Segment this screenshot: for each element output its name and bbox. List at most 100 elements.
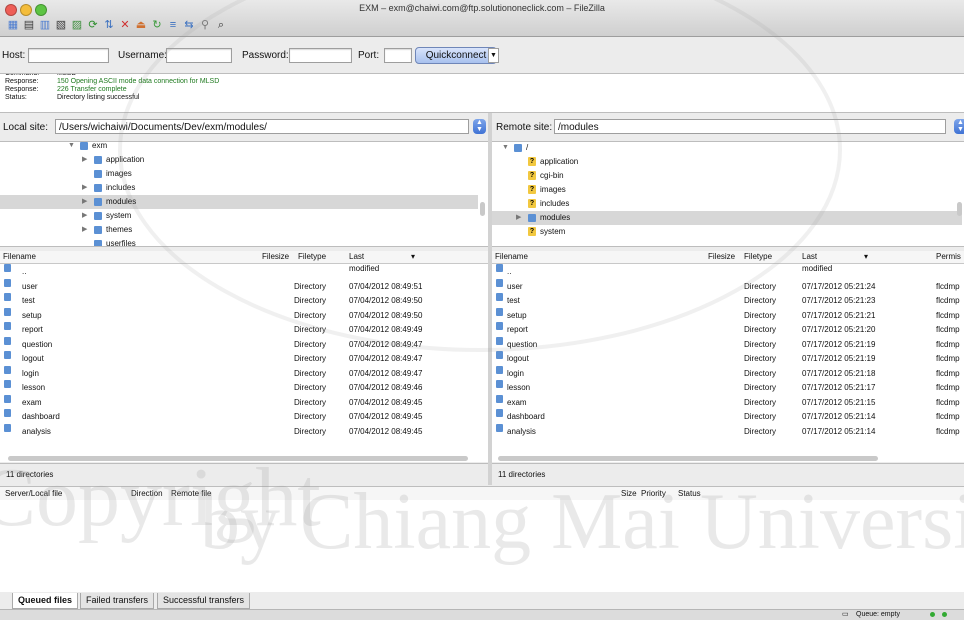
file-row[interactable]: setup Directory 07/17/2012 05:21:21 flcdmp [492,307,964,323]
local-path-dropdown[interactable]: ▲ ▼ [473,119,486,134]
remote-directory-tree[interactable]: ▼ /? application? cgi-bin? images? includes ▶ m… [492,142,964,247]
file-row[interactable]: test Directory 07/17/2012 05:21:23 flcdmp [492,293,964,308]
parent-directory-row[interactable]: .. [0,264,488,279]
tree-item[interactable]: userfiles [0,237,478,246]
file-row[interactable]: logout Directory 07/04/2012 08:49:47 [0,351,488,366]
column-filesize[interactable]: Filesize [708,251,735,263]
quickconnect-button[interactable]: Quickconnect [415,47,497,64]
tree-item[interactable]: ? includes [492,197,962,211]
remote-path-input[interactable]: /modules [554,119,946,134]
tree-item[interactable]: ▼ exm [0,142,478,153]
column-priority[interactable]: Priority [641,487,666,500]
toggle-local-tree-icon[interactable]: ▥ [37,17,53,33]
collapsed-arrow-icon[interactable]: ▶ [82,223,87,237]
file-row[interactable]: report Directory 07/04/2012 08:49:49 [0,322,488,337]
queue-list[interactable] [0,500,964,592]
column-server-local-file[interactable]: Server/Local file [5,487,62,500]
toggle-queue-icon[interactable]: ▨ [69,17,85,33]
column-filename[interactable]: Filename [495,251,528,263]
tree-item[interactable]: ▶ modules [492,211,962,225]
column-status[interactable]: Status [678,487,701,500]
file-row[interactable]: question Directory 07/17/2012 05:21:19 flcd… [492,336,964,352]
tab-successful-transfers[interactable]: Successful transfers [157,593,251,609]
site-manager-icon[interactable]: ▦ [5,17,21,33]
disconnect-icon[interactable]: ⏏ [133,17,149,33]
tree-item[interactable]: ▼ / [492,142,962,155]
remote-horizontal-scrollbar[interactable] [498,456,878,461]
tree-item[interactable]: ? system [492,225,962,239]
remote-file-list[interactable]: Filename Filesize Filetype Last modified… [492,251,964,462]
tree-scrollbar[interactable] [957,202,962,216]
file-row[interactable]: question Directory 07/04/2012 08:49:47 [0,336,488,352]
column-size[interactable]: Size [621,487,637,500]
tree-item[interactable]: ? cgi-bin [492,169,962,183]
file-row[interactable]: report Directory 07/17/2012 05:21:20 flcdmp [492,322,964,337]
collapsed-arrow-icon[interactable]: ▶ [82,153,87,167]
file-row[interactable]: exam Directory 07/04/2012 08:49:45 [0,394,488,410]
column-filetype[interactable]: Filetype [744,251,772,263]
file-row[interactable]: login Directory 07/04/2012 08:49:47 [0,365,488,381]
column-permissions[interactable]: Permis [936,251,961,263]
local-directory-tree[interactable]: ▼ exm ▶ application images ▶ includes ▶ modules ▶… [0,142,488,247]
toggle-remote-tree-icon[interactable]: ▧ [53,17,69,33]
download-indicator-icon [942,612,947,617]
collapsed-arrow-icon[interactable]: ▶ [516,211,521,225]
column-filetype[interactable]: Filetype [298,251,326,263]
password-input[interactable] [289,48,352,63]
collapsed-arrow-icon[interactable]: ▶ [82,209,87,223]
host-input[interactable] [28,48,109,63]
file-row[interactable]: lesson Directory 07/17/2012 05:21:17 flcdmp [492,380,964,395]
file-row[interactable]: analysis Directory 07/17/2012 05:21:14 flcd… [492,423,964,439]
port-input[interactable] [384,48,412,63]
collapsed-arrow-icon[interactable]: ▶ [82,195,87,209]
username-input[interactable] [166,48,232,63]
file-row[interactable]: user Directory 07/04/2012 08:49:51 [0,278,488,294]
quickconnect-history-dropdown[interactable]: ▼ [488,48,499,63]
file-row[interactable]: logout Directory 07/17/2012 05:21:19 flcdmp [492,351,964,366]
process-queue-icon[interactable]: ⇅ [101,17,117,33]
file-row[interactable]: analysis Directory 07/04/2012 08:49:45 [0,423,488,439]
tab-queued-files[interactable]: Queued files [12,593,79,609]
tree-item[interactable]: ▶ system [0,209,478,223]
tree-item[interactable]: ▶ themes [0,223,478,237]
file-type: Directory [744,412,777,421]
remote-path-dropdown[interactable]: ▲ ▼ [954,119,964,134]
file-row[interactable]: exam Directory 07/17/2012 05:21:15 flcdmp [492,394,964,410]
file-modified: 07/04/2012 08:49:50 [349,296,423,305]
tree-item[interactable]: ▶ includes [0,181,478,195]
parent-directory-row[interactable]: .. [492,264,964,279]
sync-browse-icon[interactable]: ⇆ [181,17,197,33]
local-file-list[interactable]: Filename Filesize Filetype Last modified… [0,251,488,462]
cancel-icon[interactable]: ✕ [117,17,133,33]
refresh-icon[interactable]: ⟳ [85,17,101,33]
file-row[interactable]: setup Directory 07/04/2012 08:49:50 [0,307,488,323]
file-row[interactable]: login Directory 07/17/2012 05:21:18 flcdmp [492,365,964,381]
file-row[interactable]: dashboard Directory 07/17/2012 05:21:14 flc… [492,409,964,424]
toggle-log-icon[interactable]: ▤ [21,17,37,33]
expanded-arrow-icon[interactable]: ▼ [68,142,75,153]
tree-item[interactable]: ? images [492,183,962,197]
column-remote-file[interactable]: Remote file [171,487,211,500]
local-horizontal-scrollbar[interactable] [8,456,468,461]
file-row[interactable]: user Directory 07/17/2012 05:21:24 flcdmp [492,278,964,294]
collapsed-arrow-icon[interactable]: ▶ [82,181,87,195]
tree-item[interactable]: ▶ modules [0,195,478,209]
expanded-arrow-icon[interactable]: ▼ [502,142,509,155]
reconnect-icon[interactable]: ↻ [149,17,165,33]
tree-item[interactable]: ▶ application [0,153,478,167]
local-path-input[interactable]: /Users/wichaiwi/Documents/Dev/exm/module… [55,119,469,134]
tree-scrollbar[interactable] [480,202,485,216]
pane-splitter[interactable] [488,113,492,485]
file-row[interactable]: dashboard Directory 07/04/2012 08:49:45 [0,409,488,424]
tree-item[interactable]: images [0,167,478,181]
column-filesize[interactable]: Filesize [262,251,289,263]
compare-icon[interactable]: ≡ [165,17,181,33]
file-row[interactable]: lesson Directory 07/04/2012 08:49:46 [0,380,488,395]
file-row[interactable]: test Directory 07/04/2012 08:49:50 [0,293,488,308]
search-icon[interactable]: ⌕ [213,17,229,33]
filter-icon[interactable]: ⚲ [197,17,213,33]
column-direction[interactable]: Direction [131,487,163,500]
tab-failed-transfers[interactable]: Failed transfers [80,593,155,609]
column-filename[interactable]: Filename [3,251,36,263]
tree-item[interactable]: ? application [492,155,962,169]
